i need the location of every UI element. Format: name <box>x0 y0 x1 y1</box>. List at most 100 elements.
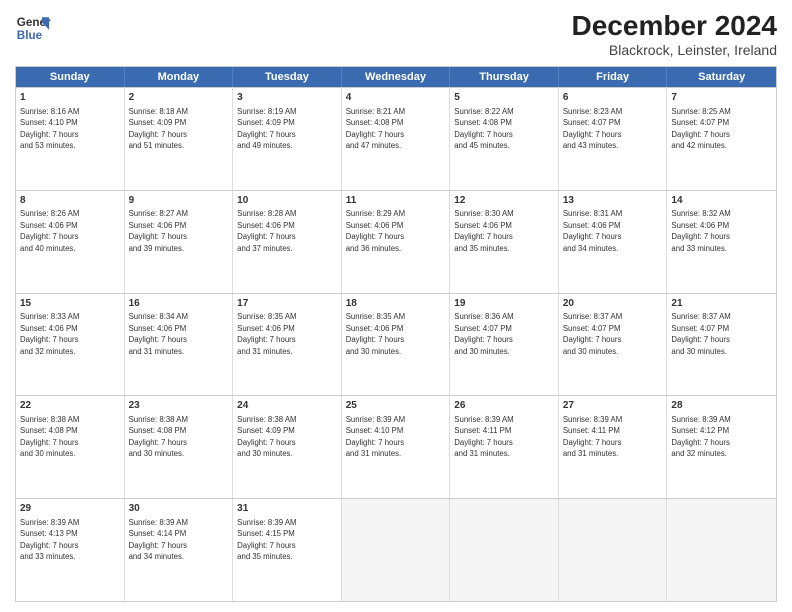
day-number: 23 <box>129 399 229 413</box>
cell-info: Sunrise: 8:37 AMSunset: 4:07 PMDaylight:… <box>563 312 622 356</box>
header-day-sunday: Sunday <box>16 67 125 87</box>
calendar-cell: 23 Sunrise: 8:38 AMSunset: 4:08 PMDayligh… <box>125 396 234 498</box>
calendar-cell: 14Sunrise: 8:32 AMSunset: 4:06 PMDayligh… <box>667 191 776 293</box>
cell-info: Sunrise: 8:31 AMSunset: 4:06 PMDaylight:… <box>563 209 622 253</box>
day-number: 15 <box>20 297 120 311</box>
day-number: 13 <box>563 194 663 208</box>
calendar-cell: 10Sunrise: 8:28 AMSunset: 4:06 PMDayligh… <box>233 191 342 293</box>
day-number: 25 <box>346 399 446 413</box>
day-number: 10 <box>237 194 337 208</box>
calendar-cell: 21Sunrise: 8:37 AMSunset: 4:07 PMDayligh… <box>667 294 776 396</box>
calendar-cell: 8Sunrise: 8:26 AMSunset: 4:06 PMDaylight… <box>16 191 125 293</box>
day-number: 5 <box>454 91 554 105</box>
calendar-cell: 7 Sunrise: 8:25 AMSunset: 4:07 PMDaylight… <box>667 88 776 190</box>
cell-info: Sunrise: 8:38 AMSunset: 4:08 PMDaylight:… <box>129 415 188 459</box>
calendar-cell: 13Sunrise: 8:31 AMSunset: 4:06 PMDayligh… <box>559 191 668 293</box>
day-number: 19 <box>454 297 554 311</box>
cell-info: Sunrise: 8:28 AMSunset: 4:06 PMDaylight:… <box>237 209 296 253</box>
day-number: 12 <box>454 194 554 208</box>
calendar-cell: 9Sunrise: 8:27 AMSunset: 4:06 PMDaylight… <box>125 191 234 293</box>
day-number: 24 <box>237 399 337 413</box>
title-block: December 2024 Blackrock, Leinster, Irela… <box>572 10 777 58</box>
cell-info: Sunrise: 8:25 AMSunset: 4:07 PMDaylight:… <box>671 107 730 151</box>
cell-info: Sunrise: 8:39 AMSunset: 4:11 PMDaylight:… <box>563 415 622 459</box>
header-day-tuesday: Tuesday <box>233 67 342 87</box>
cell-info: Sunrise: 8:39 AMSunset: 4:11 PMDaylight:… <box>454 415 513 459</box>
day-number: 3 <box>237 91 337 105</box>
cell-info: Sunrise: 8:18 AMSunset: 4:09 PMDaylight:… <box>129 107 188 151</box>
calendar-cell: 2 Sunrise: 8:18 AMSunset: 4:09 PMDaylight… <box>125 88 234 190</box>
location-subtitle: Blackrock, Leinster, Ireland <box>572 42 777 58</box>
cell-info: Sunrise: 8:21 AMSunset: 4:08 PMDaylight:… <box>346 107 405 151</box>
calendar-header: SundayMondayTuesdayWednesdayThursdayFrid… <box>16 67 776 87</box>
calendar-row-3: 15Sunrise: 8:33 AMSunset: 4:06 PMDayligh… <box>16 293 776 396</box>
day-number: 22 <box>20 399 120 413</box>
cell-info: Sunrise: 8:35 AMSunset: 4:06 PMDaylight:… <box>346 312 405 356</box>
cell-info: Sunrise: 8:30 AMSunset: 4:06 PMDaylight:… <box>454 209 513 253</box>
day-number: 6 <box>563 91 663 105</box>
calendar-cell: 5Sunrise: 8:22 AMSunset: 4:08 PMDaylight… <box>450 88 559 190</box>
cell-info: Sunrise: 8:27 AMSunset: 4:06 PMDaylight:… <box>129 209 188 253</box>
header: General Blue December 2024 Blackrock, Le… <box>15 10 777 58</box>
calendar-cell: 25 Sunrise: 8:39 AMSunset: 4:10 PMDayligh… <box>342 396 451 498</box>
calendar-cell: 31Sunrise: 8:39 AMSunset: 4:15 PMDayligh… <box>233 499 342 601</box>
logo-icon: General Blue <box>15 10 51 46</box>
calendar-cell: 24Sunrise: 8:38 AMSunset: 4:09 PMDayligh… <box>233 396 342 498</box>
cell-info: Sunrise: 8:37 AMSunset: 4:07 PMDaylight:… <box>671 312 730 356</box>
calendar-cell: 3Sunrise: 8:19 AMSunset: 4:09 PMDaylight… <box>233 88 342 190</box>
calendar-cell <box>450 499 559 601</box>
cell-info: Sunrise: 8:39 AMSunset: 4:12 PMDaylight:… <box>671 415 730 459</box>
month-title: December 2024 <box>572 10 777 42</box>
day-number: 21 <box>671 297 772 311</box>
day-number: 9 <box>129 194 229 208</box>
calendar-body: 1Sunrise: 8:16 AMSunset: 4:10 PMDaylight… <box>16 87 776 601</box>
day-number: 8 <box>20 194 120 208</box>
calendar-cell: 28 Sunrise: 8:39 AMSunset: 4:12 PMDayligh… <box>667 396 776 498</box>
day-number: 29 <box>20 502 120 516</box>
cell-info: Sunrise: 8:34 AMSunset: 4:06 PMDaylight:… <box>129 312 188 356</box>
calendar-cell: 29 Sunrise: 8:39 AMSunset: 4:13 PMDayligh… <box>16 499 125 601</box>
cell-info: Sunrise: 8:39 AMSunset: 4:10 PMDaylight:… <box>346 415 405 459</box>
cell-info: Sunrise: 8:39 AMSunset: 4:15 PMDaylight:… <box>237 518 296 562</box>
calendar-row-2: 8Sunrise: 8:26 AMSunset: 4:06 PMDaylight… <box>16 190 776 293</box>
day-number: 20 <box>563 297 663 311</box>
calendar-cell: 27Sunrise: 8:39 AMSunset: 4:11 PMDayligh… <box>559 396 668 498</box>
calendar-cell: 20Sunrise: 8:37 AMSunset: 4:07 PMDayligh… <box>559 294 668 396</box>
calendar-cell: 6Sunrise: 8:23 AMSunset: 4:07 PMDaylight… <box>559 88 668 190</box>
day-number: 18 <box>346 297 446 311</box>
cell-info: Sunrise: 8:39 AMSunset: 4:14 PMDaylight:… <box>129 518 188 562</box>
day-number: 16 <box>129 297 229 311</box>
header-day-friday: Friday <box>559 67 668 87</box>
cell-info: Sunrise: 8:36 AMSunset: 4:07 PMDaylight:… <box>454 312 513 356</box>
cell-info: Sunrise: 8:26 AMSunset: 4:06 PMDaylight:… <box>20 209 79 253</box>
day-number: 1 <box>20 91 120 105</box>
calendar-cell: 26 Sunrise: 8:39 AMSunset: 4:11 PMDayligh… <box>450 396 559 498</box>
calendar-cell <box>559 499 668 601</box>
calendar-cell: 1Sunrise: 8:16 AMSunset: 4:10 PMDaylight… <box>16 88 125 190</box>
calendar-cell: 15Sunrise: 8:33 AMSunset: 4:06 PMDayligh… <box>16 294 125 396</box>
calendar: SundayMondayTuesdayWednesdayThursdayFrid… <box>15 66 777 602</box>
day-number: 7 <box>671 91 772 105</box>
calendar-cell: 18Sunrise: 8:35 AMSunset: 4:06 PMDayligh… <box>342 294 451 396</box>
page: General Blue December 2024 Blackrock, Le… <box>0 0 792 612</box>
day-number: 26 <box>454 399 554 413</box>
calendar-cell: 30 Sunrise: 8:39 AMSunset: 4:14 PMDayligh… <box>125 499 234 601</box>
calendar-cell: 4Sunrise: 8:21 AMSunset: 4:08 PMDaylight… <box>342 88 451 190</box>
header-day-thursday: Thursday <box>450 67 559 87</box>
cell-info: Sunrise: 8:38 AMSunset: 4:08 PMDaylight:… <box>20 415 79 459</box>
calendar-row-4: 22 Sunrise: 8:38 AMSunset: 4:08 PMDayligh… <box>16 395 776 498</box>
day-number: 30 <box>129 502 229 516</box>
calendar-row-5: 29 Sunrise: 8:39 AMSunset: 4:13 PMDayligh… <box>16 498 776 601</box>
svg-text:Blue: Blue <box>17 29 43 42</box>
cell-info: Sunrise: 8:29 AMSunset: 4:06 PMDaylight:… <box>346 209 405 253</box>
cell-info: Sunrise: 8:33 AMSunset: 4:06 PMDaylight:… <box>20 312 79 356</box>
day-number: 11 <box>346 194 446 208</box>
day-number: 28 <box>671 399 772 413</box>
cell-info: Sunrise: 8:35 AMSunset: 4:06 PMDaylight:… <box>237 312 296 356</box>
day-number: 2 <box>129 91 229 105</box>
calendar-cell: 22 Sunrise: 8:38 AMSunset: 4:08 PMDayligh… <box>16 396 125 498</box>
day-number: 17 <box>237 297 337 311</box>
header-day-wednesday: Wednesday <box>342 67 451 87</box>
cell-info: Sunrise: 8:39 AMSunset: 4:13 PMDaylight:… <box>20 518 79 562</box>
day-number: 14 <box>671 194 772 208</box>
